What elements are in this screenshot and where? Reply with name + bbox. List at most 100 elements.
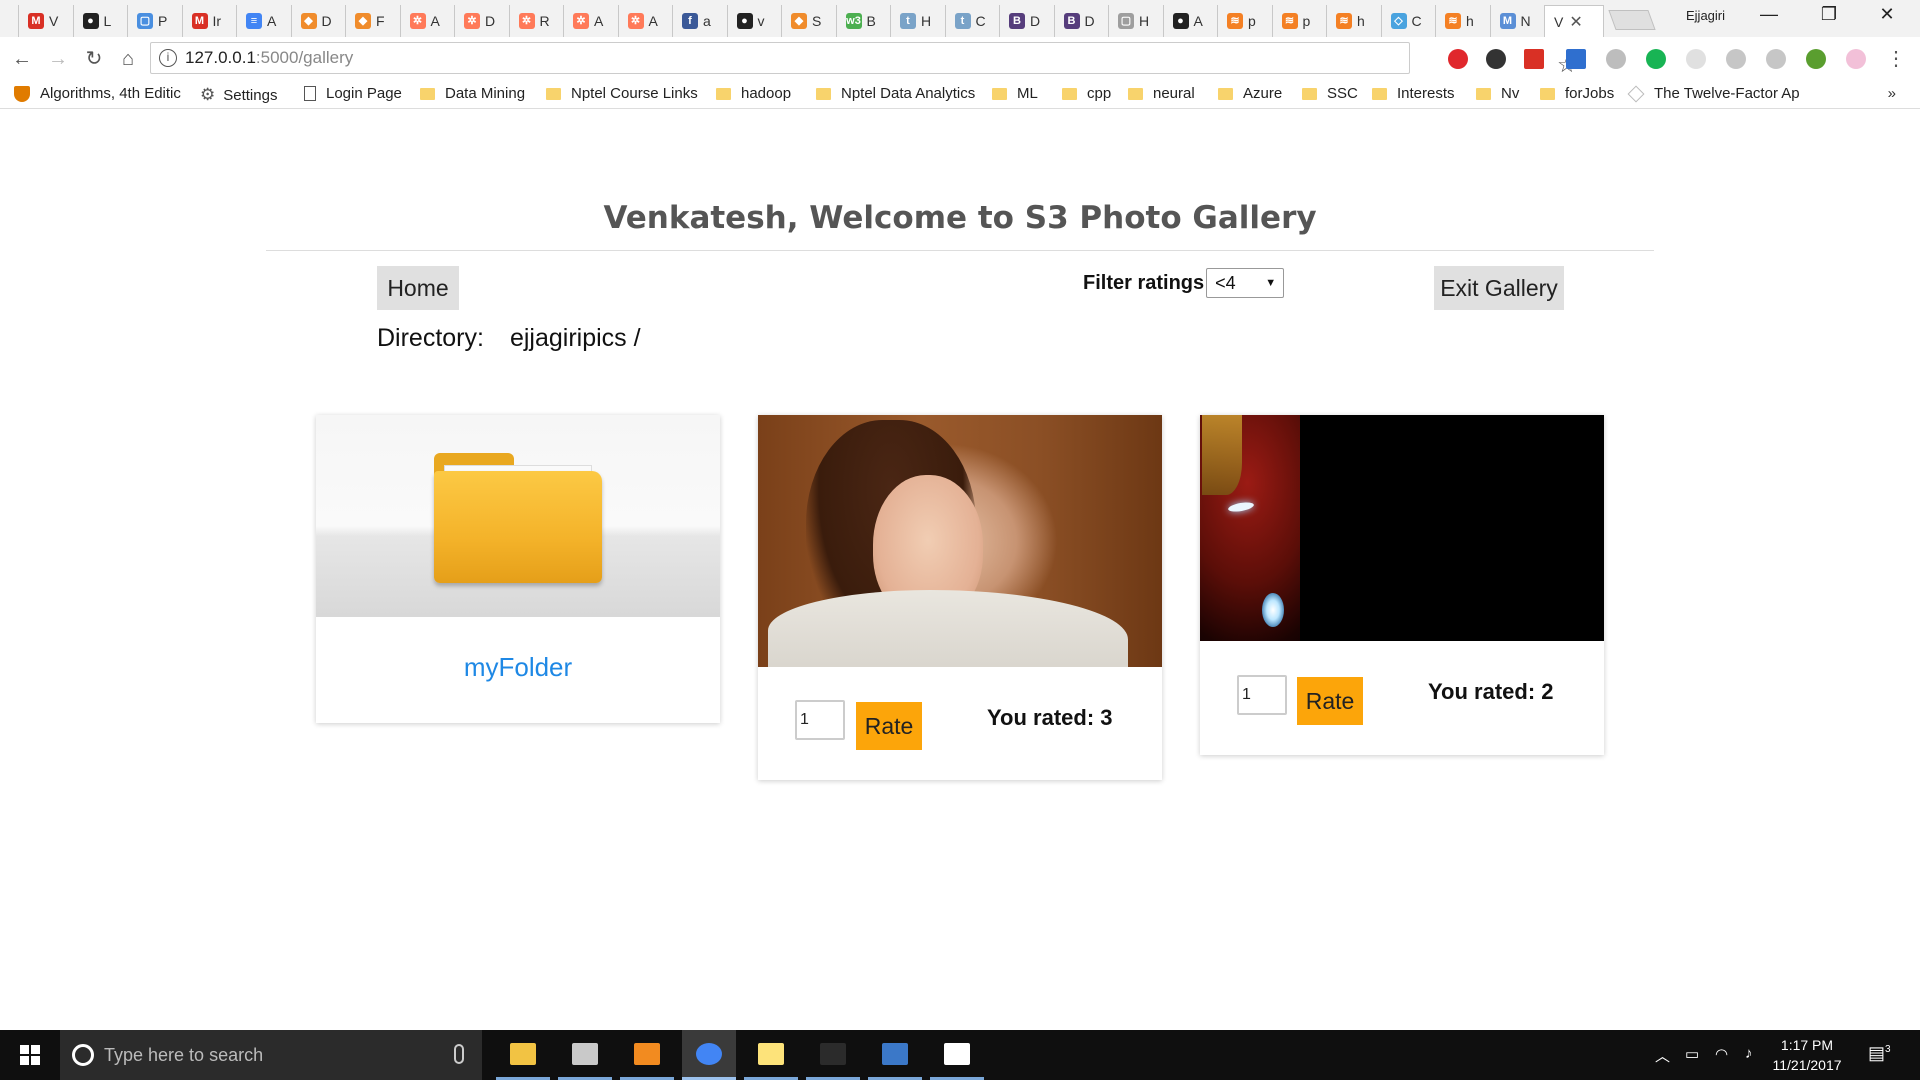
bookmark-item[interactable]: cpp (1062, 85, 1111, 102)
opera-extension-icon[interactable] (1448, 49, 1468, 69)
bookmark-item[interactable]: forJobs (1540, 85, 1614, 102)
browser-tab[interactable]: tH (890, 5, 942, 37)
browser-tab[interactable]: fa (672, 5, 724, 37)
back-arrow-icon[interactable]: ← (8, 45, 36, 73)
browser-tab[interactable]: tC (944, 5, 997, 37)
browser-tab[interactable]: ◆ F (345, 5, 397, 37)
profile-name[interactable]: Ejjagiri (1686, 8, 1725, 23)
home-button[interactable]: Home (377, 266, 459, 310)
browser-tab[interactable]: ● A (1162, 5, 1215, 37)
browser-tab[interactable]: ≋ h (1326, 5, 1378, 37)
browser-tab[interactable]: ≋ p (1271, 5, 1324, 37)
browser-tab[interactable]: ▢ P (127, 5, 179, 37)
browser-tab[interactable]: ≡ A (236, 5, 288, 37)
start-button[interactable] (0, 1030, 60, 1080)
browser-tab[interactable]: w3 B (835, 5, 888, 37)
photos-taskbar-button[interactable] (930, 1030, 984, 1080)
bookmark-item[interactable]: Algorithms, 4th Editic (14, 85, 181, 102)
command-prompt-taskbar-button[interactable] (806, 1030, 860, 1080)
volume-icon[interactable]: ♪ (1745, 1045, 1753, 1062)
browser-tab[interactable]: BD (1053, 5, 1106, 37)
browser-tab[interactable]: ✲ A (563, 5, 615, 37)
new-tab-button[interactable] (1608, 10, 1656, 30)
extension-icon[interactable] (1524, 49, 1544, 69)
reload-icon[interactable]: ↻ (80, 45, 108, 73)
extension-icon[interactable] (1806, 49, 1826, 69)
battery-icon[interactable]: ▭ (1685, 1045, 1699, 1063)
extension-icon[interactable] (1686, 49, 1706, 69)
browser-tab[interactable]: MV (18, 5, 70, 37)
bookmarks-overflow-icon[interactable]: » (1888, 85, 1896, 102)
browser-tab[interactable]: ◆ S (781, 5, 833, 37)
bookmark-item[interactable]: hadoop (716, 85, 791, 102)
close-tab-icon[interactable]: ✕ (1569, 12, 1582, 32)
generic-app-taskbar-button[interactable] (868, 1030, 922, 1080)
extension-icon[interactable] (1766, 49, 1786, 69)
extension-icon[interactable] (1846, 49, 1866, 69)
browser-tab[interactable]: ≋ p (1217, 5, 1269, 37)
restore-button[interactable]: ❐ (1806, 4, 1852, 25)
address-bar[interactable]: i127.0.0.1:5000/gallery ☆ (150, 42, 1577, 77)
folder-card[interactable]: myFolder (316, 415, 720, 723)
rating-input[interactable]: 1 (1237, 675, 1287, 715)
rate-button[interactable]: Rate (856, 702, 922, 750)
show-hidden-icons-icon[interactable]: ︿ (1655, 1045, 1670, 1066)
browser-tab[interactable]: ≋ h (1435, 5, 1487, 37)
browser-tab[interactable]: ◆ D (290, 5, 343, 37)
rating-input[interactable]: 1 (795, 700, 845, 740)
bookmark-item[interactable]: The Twelve-Factor Ap (1627, 85, 1800, 102)
browser-tab[interactable]: ▢ H (1108, 5, 1160, 37)
taskbar-search[interactable]: Type here to search (60, 1030, 482, 1080)
paint-taskbar-button[interactable] (558, 1030, 612, 1080)
bookmark-item[interactable]: SSC (1302, 85, 1358, 102)
browser-tab[interactable]: M Ir (181, 5, 234, 37)
browser-tab[interactable]: MN (1489, 5, 1542, 37)
browser-tab[interactable]: ● v (726, 5, 779, 37)
clock[interactable]: 1:17 PM 11/21/2017 (1764, 1035, 1850, 1075)
extension-icon[interactable] (1606, 49, 1626, 69)
bookmark-item[interactable]: Nptel Data Analytics (816, 85, 975, 102)
browser-tab[interactable]: ✲ A (617, 5, 670, 37)
bookmark-item[interactable]: Data Mining (420, 85, 525, 102)
bookmark-item[interactable]: Login Page (304, 85, 402, 102)
home-icon[interactable]: ⌂ (114, 45, 142, 73)
menu-icon[interactable]: ⋮ (1882, 45, 1910, 73)
browser-tab[interactable]: ✲ D (454, 5, 506, 37)
browser-tab[interactable]: ● L (72, 5, 125, 37)
extension-icon[interactable] (1566, 49, 1586, 69)
bookmark-item[interactable]: ML (992, 85, 1038, 102)
sublime-text-taskbar-button[interactable] (620, 1030, 674, 1080)
minimize-button[interactable]: — (1746, 4, 1792, 25)
bookmark-item[interactable]: Azure (1218, 85, 1282, 102)
bookmark-item[interactable]: Interests (1372, 85, 1455, 102)
filter-select[interactable]: <4 ▼ (1206, 268, 1285, 298)
directory-value[interactable]: ejjagiripics / (510, 324, 641, 352)
woman-smiling-photo[interactable] (758, 415, 1162, 667)
skype-icon[interactable] (1726, 49, 1746, 69)
exit-gallery-button[interactable]: Exit Gallery (1434, 266, 1564, 310)
browser-tab[interactable]: ✲ A (399, 5, 452, 37)
browser-tab[interactable]: ◇ C (1380, 5, 1433, 37)
extension-icon[interactable] (1646, 49, 1666, 69)
file-explorer-taskbar-button[interactable] (496, 1030, 550, 1080)
browser-tab[interactable]: ✲ R (508, 5, 561, 37)
close-window-button[interactable]: ✕ (1864, 4, 1910, 25)
browser-tab[interactable]: BD (999, 5, 1051, 37)
microphone-icon[interactable] (454, 1044, 464, 1064)
wifi-icon[interactable]: ◠ (1715, 1045, 1728, 1063)
bookmark-item[interactable]: Nptel Course Links (546, 85, 698, 102)
browser-tab[interactable]: V ✕ (1544, 5, 1604, 37)
folder-thumbnail[interactable] (316, 415, 720, 617)
forward-arrow-icon[interactable]: → (44, 45, 72, 73)
chrome-taskbar-button[interactable] (682, 1030, 736, 1080)
folder-link[interactable]: myFolder (316, 617, 720, 683)
bookmark-item[interactable]: neural (1128, 85, 1195, 102)
bookmark-item[interactable]: ⚙ Settings (200, 85, 277, 105)
extension-icon[interactable] (1486, 49, 1506, 69)
rate-button[interactable]: Rate (1297, 677, 1363, 725)
sticky-notes-taskbar-button[interactable] (744, 1030, 798, 1080)
bookmark-item[interactable]: Nv (1476, 85, 1519, 102)
notifications-icon[interactable]: ▤3 (1868, 1043, 1891, 1064)
info-icon[interactable]: i (159, 49, 177, 67)
iron-man-photo[interactable] (1200, 415, 1604, 641)
